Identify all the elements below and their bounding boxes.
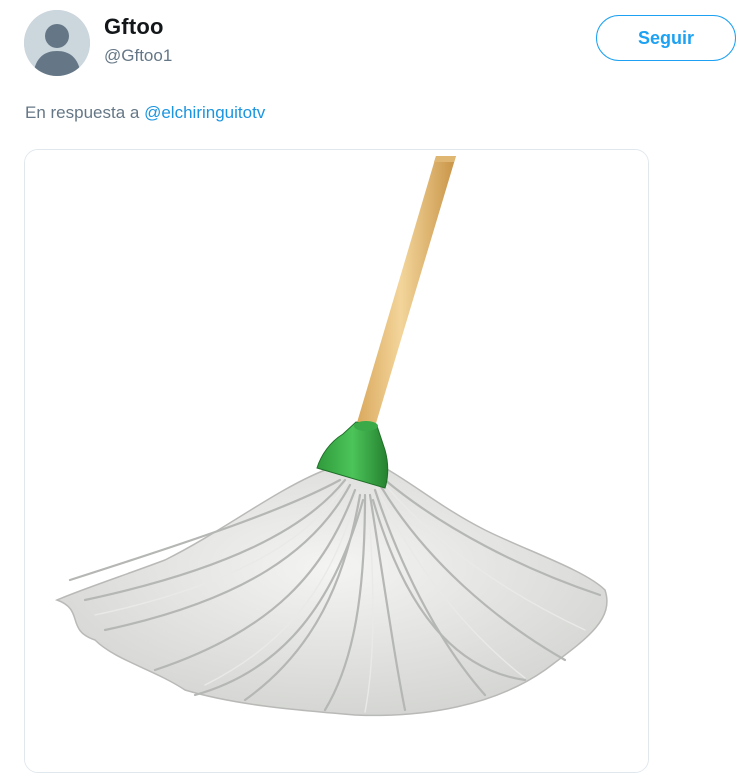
tweet: Gftoo @Gftoo1 Seguir En respuesta a @elc…: [0, 0, 750, 782]
follow-button[interactable]: Seguir: [596, 15, 736, 61]
avatar[interactable]: [24, 10, 90, 76]
user-handle[interactable]: @Gftoo1: [104, 46, 172, 66]
tweet-media[interactable]: [24, 149, 649, 773]
default-profile-icon: [24, 10, 90, 76]
mop-image: [25, 150, 648, 772]
reply-prefix: En respuesta a: [25, 103, 140, 122]
reply-context: En respuesta a @elchiringuitotv: [25, 103, 265, 123]
display-name[interactable]: Gftoo: [104, 14, 164, 40]
reply-mention-link[interactable]: @elchiringuitotv: [144, 103, 265, 122]
